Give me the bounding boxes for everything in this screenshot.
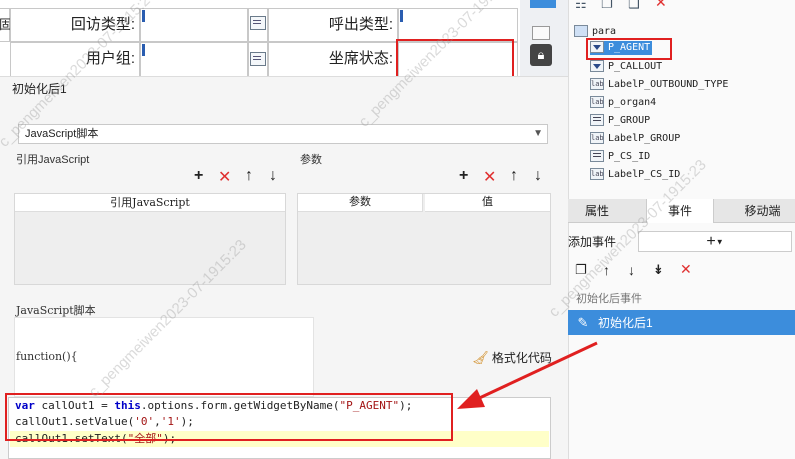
params-section-label: 参数 xyxy=(300,154,322,166)
lock-icon[interactable]: 🔒︎ xyxy=(530,44,552,66)
add-param-icon[interactable]: + xyxy=(459,167,468,185)
label-widget-icon xyxy=(590,167,604,181)
move-param-up-icon[interactable]: ↑ xyxy=(510,167,518,185)
code-line-1: var callOut1 = this.options.form.getWidg… xyxy=(15,399,413,412)
param-column-header: 参数 xyxy=(298,194,423,212)
tree-item-p-agent[interactable]: P_AGENT xyxy=(590,41,653,55)
combo-widget-icon xyxy=(590,60,604,72)
move-event-up-icon[interactable]: ↑ xyxy=(603,262,610,278)
label-widget-icon xyxy=(590,77,604,91)
tree-toolbar-icon[interactable]: ☷ xyxy=(575,0,587,12)
canvas-scroll-indicator[interactable] xyxy=(530,0,556,8)
user-group-field[interactable] xyxy=(140,42,248,78)
tree-item-label-p-cs-id[interactable]: LabelP_CS_ID xyxy=(590,167,680,182)
remove-widget-icon[interactable]: ✕ xyxy=(655,0,667,11)
tree-item-label-p-group[interactable]: LabelP_GROUP xyxy=(590,131,680,146)
add-icon[interactable]: + xyxy=(194,167,203,185)
property-tabs: 属性 事件 移动端 xyxy=(568,199,795,223)
script-section-label: JavaScript脚本 xyxy=(16,304,96,317)
tree-item-p-group[interactable]: P_GROUP xyxy=(590,114,650,128)
callout-type-field[interactable] xyxy=(398,8,518,42)
script-type-select[interactable]: JavaScript脚本 ▼ xyxy=(18,124,548,144)
move-event-down-icon[interactable]: ↓ xyxy=(628,262,635,278)
tree-root[interactable]: para xyxy=(574,25,616,37)
event-item-after-init-1[interactable]: ✎ 初始化后1 xyxy=(568,310,795,335)
move-param-down-icon[interactable]: ↓ xyxy=(534,167,542,185)
chevron-down-icon: ▼ xyxy=(715,237,724,247)
combo-widget-icon xyxy=(590,41,604,53)
callback-type-field[interactable] xyxy=(140,8,248,42)
user-group-label: 用户组: xyxy=(10,42,140,78)
value-column-header: 值 xyxy=(425,194,550,212)
ref-js-section-label: 引用JavaScript xyxy=(16,154,90,166)
move-down-icon[interactable]: ↓ xyxy=(269,167,277,185)
label-widget-icon xyxy=(590,95,604,109)
delete-param-icon[interactable]: ✕ xyxy=(483,167,496,187)
tree-item-p-callout[interactable]: P_CALLOUT xyxy=(590,60,662,74)
field-caret-icon xyxy=(142,10,145,22)
agent-status-label: 坐席状态: xyxy=(268,42,398,78)
text-widget-icon xyxy=(590,114,604,126)
copy-icon[interactable]: ❐ xyxy=(601,0,613,12)
tree-item-p-cs-id[interactable]: P_CS_ID xyxy=(590,150,650,164)
add-event-button[interactable]: +▼ xyxy=(638,231,792,252)
callout-type-label: 呼出类型: xyxy=(268,8,398,42)
annotation-arrow xyxy=(457,341,598,409)
label-widget-icon xyxy=(590,131,604,145)
folder-icon xyxy=(574,25,588,37)
field-caret-icon xyxy=(142,44,145,56)
tree-item-label-outbound-type[interactable]: LabelP_OUTBOUND_TYPE xyxy=(590,77,728,92)
tab-mobile[interactable]: 移动端 xyxy=(730,199,795,223)
callback-type-label: 回访类型: xyxy=(10,8,140,42)
params-table[interactable]: 参数 值 xyxy=(297,193,551,285)
dialog-title: 初始化后1 xyxy=(12,82,67,96)
tree-item-p-organ4[interactable]: p_organ4 xyxy=(590,95,656,110)
chevron-down-icon: ▼ xyxy=(533,128,543,139)
combo-widget-icon xyxy=(250,16,266,30)
function-header: function(){ xyxy=(16,350,78,363)
edit-icon: ✎ xyxy=(577,315,589,330)
move-up-icon[interactable]: ↑ xyxy=(245,167,253,185)
form-cell-edge: 固 xyxy=(0,8,12,42)
code-line-2: callOut1.setValue('0','1'); xyxy=(15,415,194,428)
script-type-value: JavaScript脚本 xyxy=(25,128,99,140)
move-to-bottom-icon[interactable]: ↡ xyxy=(653,262,664,278)
code-line-3: callOut1.setText("全部"); xyxy=(15,432,177,445)
ref-js-column-header: 引用JavaScript xyxy=(15,194,285,212)
tab-events[interactable]: 事件 xyxy=(646,199,714,223)
copy-event-icon[interactable]: ❐ xyxy=(575,262,587,278)
form-design-canvas: 固 回访类型: 呼出类型: 用户组: 坐席状态: xyxy=(0,0,530,78)
ref-js-table[interactable]: 引用JavaScript xyxy=(14,193,286,285)
field-caret-icon xyxy=(400,10,403,22)
delete-event-icon[interactable]: ✕ xyxy=(680,261,692,278)
combo-widget-icon xyxy=(250,52,266,66)
agent-status-field[interactable] xyxy=(398,42,518,78)
delete-icon[interactable]: ✕ xyxy=(218,167,231,187)
after-init-category: 初始化后事件 xyxy=(576,293,642,305)
add-event-label: 添加事件 xyxy=(568,235,617,249)
text-widget-icon xyxy=(590,150,604,162)
tab-attributes[interactable]: 属性 xyxy=(568,199,626,223)
copy-layer-icon[interactable] xyxy=(532,26,550,40)
paste-icon[interactable]: ❑ xyxy=(628,0,640,12)
